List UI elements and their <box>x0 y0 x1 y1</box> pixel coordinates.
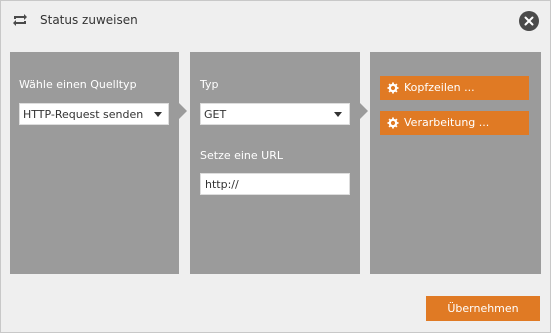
headers-button[interactable]: Kopfzeilen ... <box>380 76 529 100</box>
processing-button-label: Verarbeitung ... <box>404 116 490 129</box>
options-panel: Kopfzeilen ... Verarbeitung ... <box>370 52 541 274</box>
headers-button-label: Kopfzeilen ... <box>404 81 475 94</box>
close-icon <box>524 16 534 26</box>
source-type-label: Wähle einen Quelltyp <box>19 78 137 91</box>
apply-button[interactable]: Übernehmen <box>426 296 540 321</box>
dialog-title: Status zuweisen <box>40 13 138 27</box>
chevron-down-icon <box>154 112 162 117</box>
request-panel: Typ GET Setze eine URL <box>190 52 360 274</box>
dialog-header: Status zuweisen <box>1 1 550 39</box>
chevron-down-icon <box>334 112 342 117</box>
source-type-value: HTTP-Request senden <box>23 108 144 121</box>
status-dialog: Status zuweisen Wähle einen Quelltyp HTT… <box>0 0 551 333</box>
panel-arrow <box>179 103 187 119</box>
close-button[interactable] <box>519 11 539 31</box>
type-label: Typ <box>200 78 219 91</box>
url-label: Setze eine URL <box>200 149 283 162</box>
type-select[interactable]: GET <box>200 103 350 125</box>
repeat-icon <box>13 14 27 26</box>
url-input[interactable] <box>200 173 350 195</box>
source-type-select[interactable]: HTTP-Request senden <box>19 103 169 125</box>
source-type-panel: Wähle einen Quelltyp HTTP-Request senden <box>10 52 179 274</box>
type-value: GET <box>204 108 227 121</box>
panel-arrow <box>360 103 368 119</box>
processing-button[interactable]: Verarbeitung ... <box>380 111 529 135</box>
gear-icon <box>387 117 399 129</box>
gear-icon <box>387 82 399 94</box>
